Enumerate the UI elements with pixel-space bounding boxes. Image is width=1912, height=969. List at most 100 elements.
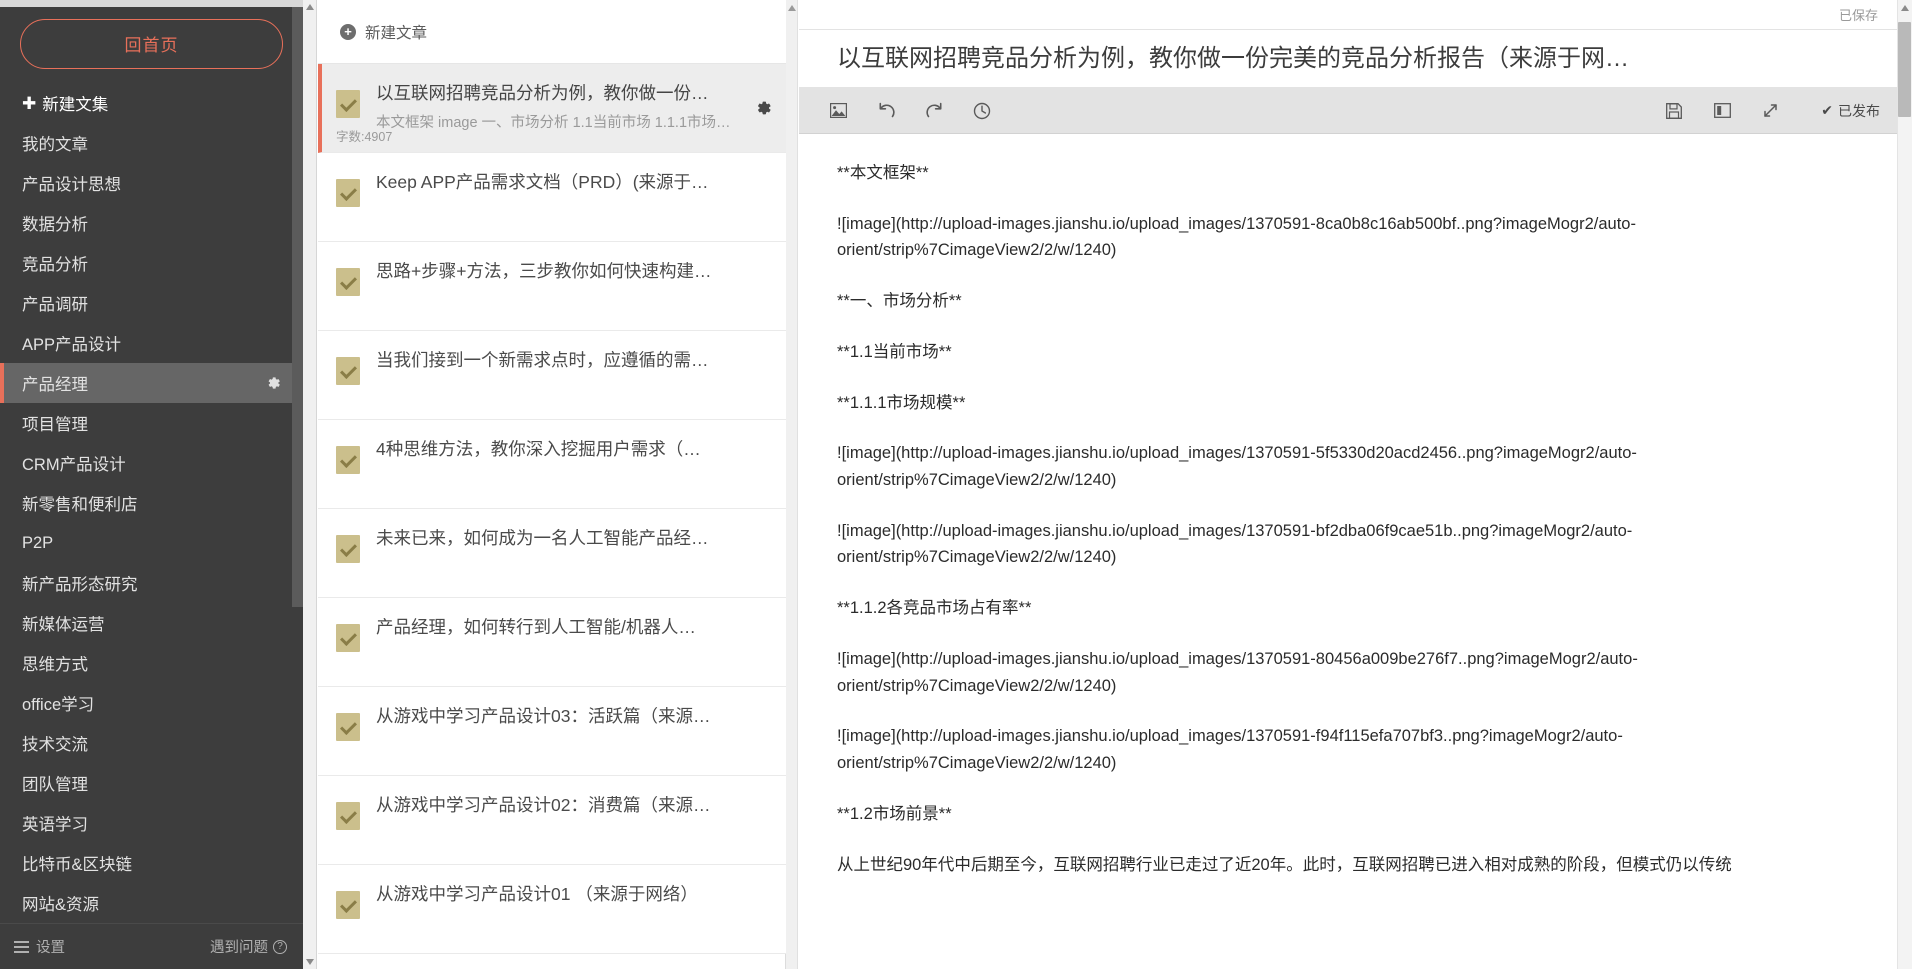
new-collection-button[interactable]: ✚ 新建文集 xyxy=(0,83,303,123)
list-item-title: 从游戏中学习产品设计01 （来源于网络） xyxy=(376,884,698,904)
sidebar-item-12[interactable]: 新媒体运营 xyxy=(0,603,303,643)
home-button[interactable]: 回首页 xyxy=(20,19,283,69)
split-view-icon[interactable] xyxy=(1711,100,1733,122)
undo-icon[interactable] xyxy=(875,100,897,122)
list-item[interactable]: 产品经理，如何转行到人工智能/机器人… xyxy=(318,598,786,687)
sidebar-item-4[interactable]: 产品调研 xyxy=(0,283,303,323)
editor-line: **1.2市场前景** xyxy=(837,804,952,823)
editor-scrollbar-thumb[interactable] xyxy=(1898,22,1911,117)
sidebar-item-2[interactable]: 数据分析 xyxy=(0,203,303,243)
article-list: 以互联网招聘竞品分析为例，教你做一份… 本文框架 image 一、市场分析 1.1… xyxy=(318,64,786,969)
saved-status-label: 已保存 xyxy=(1838,8,1878,23)
sidebar-item-17[interactable]: 英语学习 xyxy=(0,803,303,843)
sidebar-item-label: P2P xyxy=(22,533,54,552)
editor-line: 从上世纪90年代中后期至今，互联网招聘行业已走过了近20年。此时，互联网招聘已进… xyxy=(837,855,1732,874)
gear-icon[interactable] xyxy=(266,376,281,391)
sidebar-item-18[interactable]: 比特币&区块链 xyxy=(0,843,303,883)
editor-line: **一、市场分析** xyxy=(837,292,962,311)
sidebar-item-label: 我的文章 xyxy=(22,136,88,154)
list-item-texts: 未来已来，如何成为一名人工智能产品经… xyxy=(376,525,750,551)
sidebar-item-19[interactable]: 网站&资源 xyxy=(0,883,303,923)
help-button[interactable]: 遇到问题 ? xyxy=(210,936,287,957)
floppy-save-icon[interactable] xyxy=(1663,100,1685,122)
home-button-wrap: 回首页 xyxy=(0,7,303,75)
sidebar-item-1[interactable]: 产品设计思想 xyxy=(0,163,303,203)
list-item-title: 当我们接到一个新需求点时，应遵循的需… xyxy=(376,350,709,370)
sidebar-item-label: 新产品形态研究 xyxy=(22,576,138,594)
scroll-down-arrow-icon[interactable] xyxy=(306,959,314,965)
editor-line: ![image](http://upload-images.jianshu.io… xyxy=(837,727,1623,773)
list-item-texts: 以互联网招聘竞品分析为例，教你做一份… 本文框架 image 一、市场分析 1.1… xyxy=(376,80,750,132)
list-item[interactable]: 从游戏中学习产品设计02：消费篇（来源… xyxy=(318,776,786,865)
editor-content-area[interactable]: **本文框架** ![image](http://upload-images.ji… xyxy=(799,134,1912,969)
list-item-title: 4种思维方法，教你深入挖掘用户需求（… xyxy=(376,439,701,459)
sidebar-nav: ✚ 新建文集 我的文章产品设计思想 数据分析 竞品分析 产品调研 APP产品设计产品经理… xyxy=(0,75,303,923)
settings-button[interactable]: 设置 xyxy=(14,936,65,957)
settings-label: 设置 xyxy=(36,940,65,956)
toolbar-right-group: ✔ 已发布 xyxy=(1663,100,1880,122)
list-item[interactable]: 从游戏中学习产品设计03：活跃篇（来源… xyxy=(318,687,786,776)
app-root: 回首页 ✚ 新建文集 我的文章产品设计思想 数据分析 竞品分析 产品调研 APP产品设计… xyxy=(0,0,1912,969)
document-title[interactable]: 以互联网招聘竞品分析为例，教你做一份完美的竞品分析报告（来源于网… xyxy=(837,43,1882,74)
article-list-header: + 新建文章 xyxy=(318,0,786,64)
list-item[interactable]: 从游戏中学习产品设计01 （来源于网络） xyxy=(318,865,786,954)
editor-scrollbar-up-arrow-icon[interactable] xyxy=(1901,5,1909,11)
sidebar-item-label: 技术交流 xyxy=(22,736,88,754)
list-item[interactable]: 当我们接到一个新需求点时，应遵循的需… xyxy=(318,331,786,420)
document-check-icon xyxy=(336,268,360,296)
help-label: 遇到问题 xyxy=(210,940,268,956)
redo-icon[interactable] xyxy=(923,100,945,122)
sidebar-top-strip xyxy=(0,0,303,7)
sidebar-item-label: 项目管理 xyxy=(22,416,88,434)
list-item-title: 产品经理，如何转行到人工智能/机器人… xyxy=(376,617,696,637)
sidebar-item-5[interactable]: APP产品设计 xyxy=(0,323,303,363)
image-icon[interactable] xyxy=(827,100,849,122)
sidebar-footer: 设置 遇到问题 ? xyxy=(0,923,303,969)
sidebar-item-10[interactable]: P2P xyxy=(0,523,303,563)
editor-scrollbar-track[interactable] xyxy=(1897,0,1912,969)
sidebar-scrollbar-track[interactable] xyxy=(292,7,303,923)
publish-status-label: 已发布 xyxy=(1838,102,1880,119)
sidebar-item-14[interactable]: office学习 xyxy=(0,683,303,723)
sidebar-item-label: 比特币&区块链 xyxy=(22,856,133,874)
list-item[interactable]: 未来已来，如何成为一名人工智能产品经… xyxy=(318,509,786,598)
editor-line: **本文框架** xyxy=(837,164,929,182)
sidebar-item-6[interactable]: 产品经理 xyxy=(0,363,303,403)
editor-left-gutter[interactable] xyxy=(786,0,798,969)
sidebar-item-15[interactable]: 技术交流 xyxy=(0,723,303,763)
sidebar-item-13[interactable]: 思维方式 xyxy=(0,643,303,683)
document-check-icon xyxy=(336,624,360,652)
sidebar-item-9[interactable]: 新零售和便利店 xyxy=(0,483,303,523)
sidebar-scrollbar-thumb[interactable] xyxy=(292,7,303,607)
scroll-up-arrow-icon[interactable] xyxy=(306,4,314,10)
list-item-texts: 从游戏中学习产品设计03：活跃篇（来源… xyxy=(376,703,750,729)
editor-pane: 已保存 以互联网招聘竞品分析为例，教你做一份完美的竞品分析报告（来源于网… ✔ … xyxy=(786,0,1912,969)
editor-scroll-up-arrow-icon[interactable] xyxy=(788,5,796,11)
list-item[interactable]: 4种思维方法，教你深入挖掘用户需求（… xyxy=(318,420,786,509)
sidebar-item-7[interactable]: 项目管理 xyxy=(0,403,303,443)
sidebar-item-label: CRM产品设计 xyxy=(22,456,126,474)
list-scrollbar-track[interactable] xyxy=(303,0,317,969)
plus-circle-icon: + xyxy=(340,23,356,40)
history-clock-icon[interactable] xyxy=(971,100,993,122)
sidebar-item-label: APP产品设计 xyxy=(22,336,122,354)
sidebar-item-16[interactable]: 团队管理 xyxy=(0,763,303,803)
list-item-texts: Keep APP产品需求文档（PRD）(来源于… xyxy=(376,169,750,195)
document-title-row[interactable]: 以互联网招聘竞品分析为例，教你做一份完美的竞品分析报告（来源于网… xyxy=(799,30,1912,88)
sidebar-item-8[interactable]: CRM产品设计 xyxy=(0,443,303,483)
document-check-icon xyxy=(336,179,360,207)
list-item-texts: 从游戏中学习产品设计02：消费篇（来源… xyxy=(376,792,750,818)
publish-status-button[interactable]: ✔ 已发布 xyxy=(1821,101,1880,121)
sidebar-item-3[interactable]: 竞品分析 xyxy=(0,243,303,283)
list-item[interactable]: 思路+步骤+方法，三步教你如何快速构建… xyxy=(318,242,786,331)
list-item-gear-icon[interactable] xyxy=(755,100,772,117)
list-item-texts: 思路+步骤+方法，三步教你如何快速构建… xyxy=(376,258,750,284)
new-article-button[interactable]: + 新建文章 xyxy=(340,21,427,43)
sidebar-item-0[interactable]: 我的文章 xyxy=(0,123,303,163)
fullscreen-expand-icon[interactable] xyxy=(1759,100,1781,122)
list-item[interactable]: Keep APP产品需求文档（PRD）(来源于… xyxy=(318,153,786,242)
sidebar-item-11[interactable]: 新产品形态研究 xyxy=(0,563,303,603)
list-item[interactable]: 以互联网招聘竞品分析为例，教你做一份… 本文框架 image 一、市场分析 1.1… xyxy=(318,64,786,153)
sidebar: 回首页 ✚ 新建文集 我的文章产品设计思想 数据分析 竞品分析 产品调研 APP产品设计… xyxy=(0,0,303,969)
plus-icon: ✚ xyxy=(22,93,37,113)
